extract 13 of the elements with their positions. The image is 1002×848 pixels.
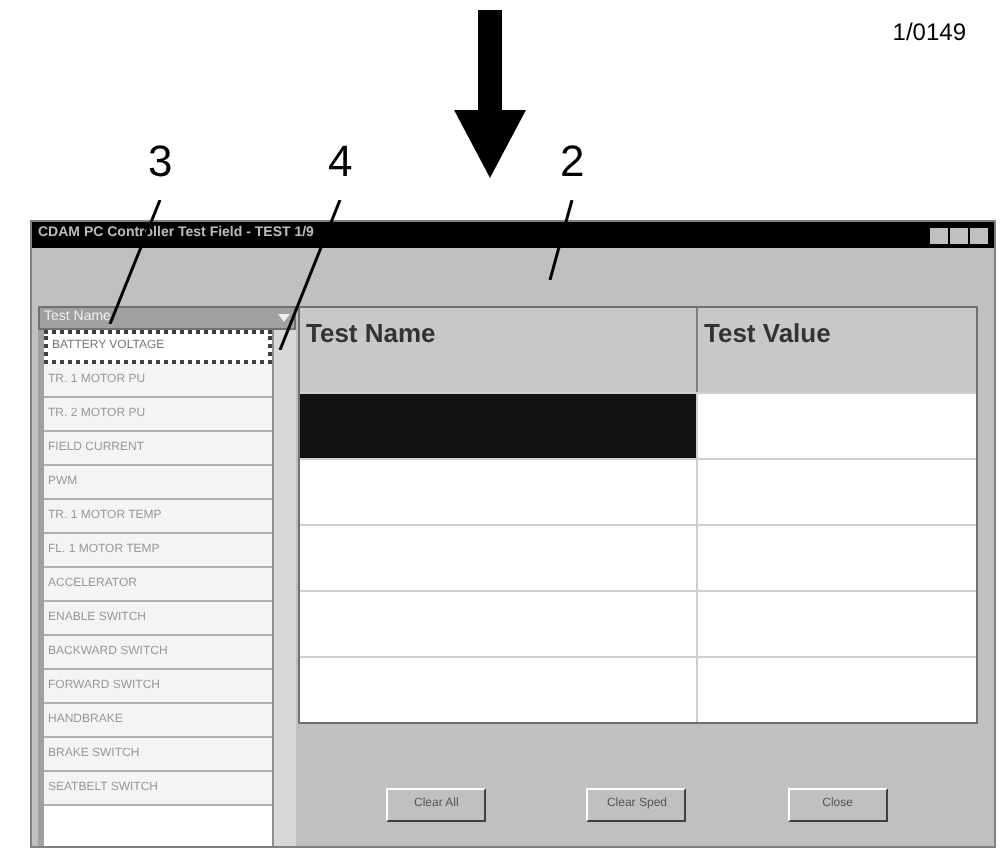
dropdown-arrow-icon [278,314,290,322]
callout-number: 3 [148,140,173,184]
scrollbar[interactable] [272,330,296,846]
column-header: Test Value [702,316,833,352]
table-cell[interactable] [300,394,698,458]
column-header: Test Name [300,308,698,392]
callout-number: 2 [560,140,585,184]
down-arrow-icon [454,10,526,178]
minimize-button[interactable] [930,227,948,243]
maximize-button[interactable] [950,227,968,243]
callout-number: 4 [328,140,353,184]
close-button[interactable] [970,227,988,243]
figure-number: 1/0149 [892,16,966,50]
